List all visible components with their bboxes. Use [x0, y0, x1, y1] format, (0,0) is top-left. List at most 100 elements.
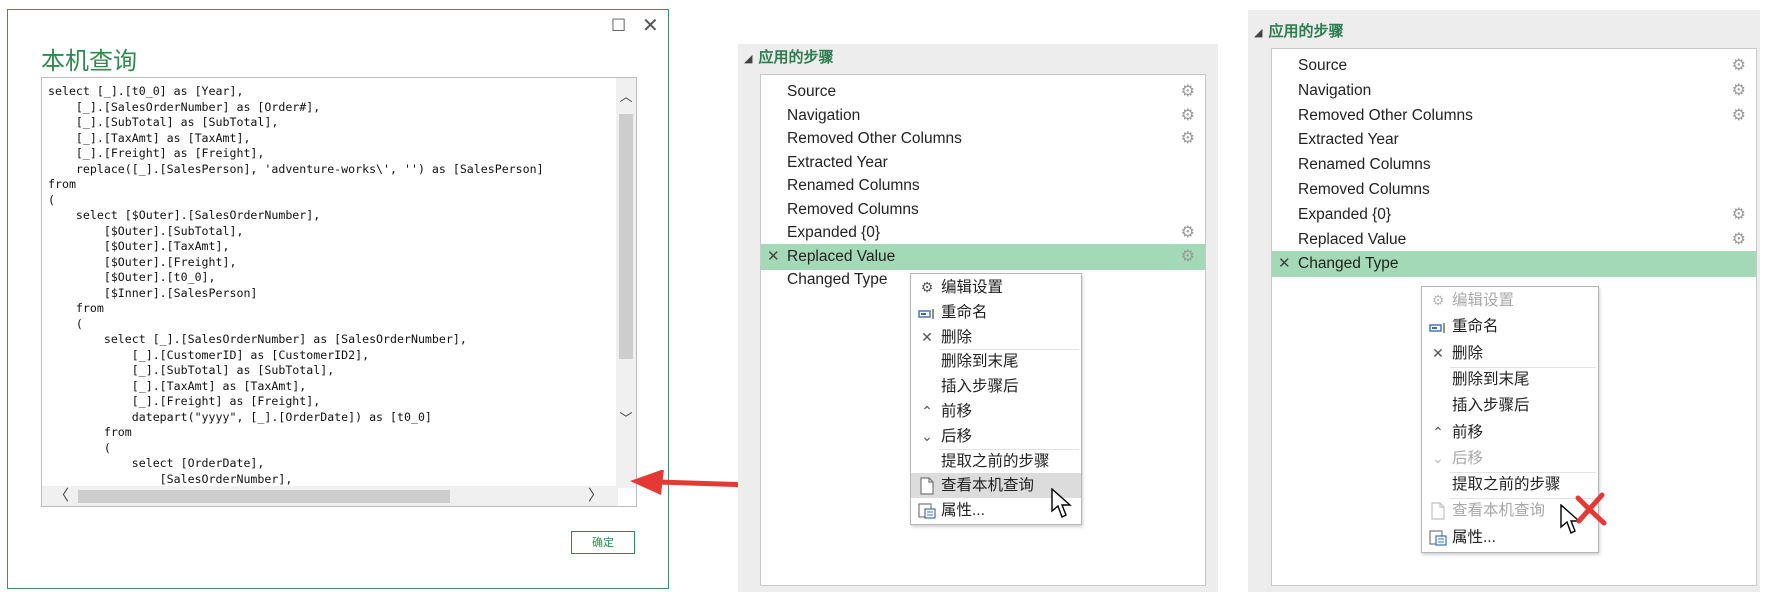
chevron-down-icon: ⌄: [1432, 449, 1444, 466]
step-extracted-year[interactable]: Extracted Year: [1272, 127, 1756, 153]
step-label: Replaced Value: [787, 247, 896, 265]
properties-icon: [1428, 529, 1448, 554]
chevron-up-icon: ⌃: [921, 403, 933, 419]
step-changed-type[interactable]: ✕ Changed Type: [1272, 251, 1756, 278]
gear-icon[interactable]: ⚙: [1181, 103, 1195, 129]
step-extracted-year[interactable]: Extracted Year: [761, 150, 1205, 176]
step-removed-other-columns[interactable]: Removed Other Columns ⚙: [1272, 103, 1756, 129]
maximize-icon[interactable]: ☐: [611, 16, 626, 36]
delete-icon: ✕: [1432, 344, 1444, 361]
gear-icon[interactable]: ⚙: [1732, 227, 1746, 253]
vertical-scroll-thumb[interactable]: [619, 114, 633, 359]
scroll-up-icon[interactable]: ︿: [616, 86, 636, 105]
menu-item-6[interactable]: ⌃ 前移: [911, 399, 1081, 424]
menu-item-label: 提取之前的步骤: [941, 452, 1050, 470]
step-expanded-0[interactable]: Expanded {0} ⚙: [1272, 202, 1756, 228]
gear-icon[interactable]: ⚙: [1181, 79, 1195, 105]
menu-item-label: 删除到末尾: [941, 353, 1019, 371]
gear-icon[interactable]: ⚙: [1732, 53, 1746, 79]
menu-item-label: 前移: [941, 403, 973, 420]
menu-item-label: 删除: [941, 328, 973, 346]
gear-icon[interactable]: ⚙: [1181, 220, 1195, 246]
menu-item-label: 属性...: [1452, 528, 1496, 546]
menu-item-label: 编辑设置: [1452, 292, 1515, 309]
menu-item-label: 查看本机查询: [1452, 502, 1546, 520]
step-renamed-columns[interactable]: Renamed Columns: [1272, 152, 1756, 178]
menu-item-1[interactable]: ⚙ 编辑设置: [911, 275, 1081, 300]
menu-item-label: 插入步骤后: [941, 378, 1019, 396]
step-label: Renamed Columns: [787, 177, 920, 194]
menu-item-label: 重命名: [941, 303, 988, 321]
menu-item-4[interactable]: 删除到末尾: [1422, 367, 1598, 392]
collapse-triangle-icon[interactable]: ◢: [1254, 27, 1262, 39]
gear-icon[interactable]: ⚙: [1732, 202, 1746, 228]
step-label: Changed Type: [787, 271, 888, 288]
gear-icon: ⚙: [920, 279, 934, 295]
chevron-up-icon: ⌃: [1432, 423, 1444, 440]
panel-header: ◢ 应用的步骤: [744, 46, 833, 67]
menu-item-label: 删除到末尾: [1452, 370, 1530, 388]
step-removed-columns[interactable]: Removed Columns: [1272, 177, 1756, 203]
dialog-title: 本机查询: [41, 48, 137, 75]
menu-item-label: 属性...: [941, 502, 985, 520]
menu-item-3[interactable]: ✕ 删除: [911, 325, 1081, 350]
step-label: Expanded {0}: [787, 224, 881, 241]
scroll-down-icon[interactable]: ﹀: [616, 408, 636, 427]
gear-icon[interactable]: ⚙: [1181, 126, 1195, 152]
step-replaced-value[interactable]: ✕ Replaced Value ⚙: [761, 243, 1205, 270]
menu-item-8[interactable]: 提取之前的步骤: [911, 449, 1081, 474]
step-replaced-value[interactable]: Replaced Value ⚙: [1272, 227, 1756, 253]
menu-item-7[interactable]: ⌄ 后移: [911, 424, 1081, 449]
step-label: Expanded {0}: [1298, 205, 1392, 223]
scroll-left-icon[interactable]: 〈: [54, 486, 69, 506]
scroll-right-icon[interactable]: 〉: [588, 486, 603, 506]
step-label: Replaced Value: [1298, 230, 1407, 248]
mouse-cursor-icon: [1051, 488, 1072, 518]
menu-item-3[interactable]: ✕ 删除: [1422, 341, 1598, 366]
ok-button[interactable]: 确定: [571, 531, 635, 554]
step-removed-other-columns[interactable]: Removed Other Columns ⚙: [761, 126, 1205, 152]
step-source[interactable]: Source ⚙: [761, 79, 1205, 105]
menu-item-5[interactable]: 插入步骤后: [1422, 393, 1598, 418]
horizontal-scrollbar[interactable]: 〈 〉: [42, 486, 618, 506]
delete-icon: ✕: [921, 328, 933, 345]
menu-item-label: 插入步骤后: [1452, 397, 1530, 415]
step-renamed-columns[interactable]: Renamed Columns: [761, 173, 1205, 199]
step-label: Extracted Year: [787, 153, 888, 171]
collapse-triangle-icon[interactable]: ◢: [744, 53, 752, 65]
gear-icon[interactable]: ⚙: [1732, 78, 1746, 104]
menu-item-2[interactable]: 重命名: [911, 300, 1081, 325]
step-label: Source: [787, 83, 837, 100]
step-label: Removed Columns: [787, 200, 919, 218]
query-text-area[interactable]: select [_].[t0_0] as [Year], [_].[SalesO…: [41, 77, 637, 507]
step-source[interactable]: Source ⚙: [1272, 53, 1756, 79]
menu-item-8[interactable]: 提取之前的步骤: [1422, 472, 1598, 497]
horizontal-scroll-thumb[interactable]: [78, 490, 450, 503]
menu-item-7: ⌄ 后移: [1422, 446, 1598, 471]
menu-item-label: 前移: [1452, 423, 1484, 441]
menu-item-5[interactable]: 插入步骤后: [911, 374, 1081, 399]
step-navigation[interactable]: Navigation ⚙: [1272, 78, 1756, 104]
properties-icon: [917, 502, 937, 527]
chevron-down-icon: ⌄: [921, 427, 933, 444]
step-label: Changed Type: [1298, 255, 1399, 273]
gear-icon[interactable]: ⚙: [1732, 103, 1746, 129]
step-navigation[interactable]: Navigation ⚙: [761, 103, 1205, 129]
menu-item-2[interactable]: 重命名: [1422, 314, 1598, 339]
menu-item-1: ⚙ 编辑设置: [1422, 288, 1598, 313]
menu-item-4[interactable]: 删除到末尾: [911, 349, 1081, 374]
gear-icon[interactable]: ⚙: [1181, 244, 1195, 270]
step-label: Renamed Columns: [1298, 156, 1431, 174]
red-x-mark-icon: [1575, 492, 1607, 526]
menu-item-6[interactable]: ⌃ 前移: [1422, 420, 1598, 445]
close-icon[interactable]: ✕: [642, 16, 659, 36]
vertical-scrollbar[interactable]: ︿ ﹀: [616, 78, 636, 488]
step-label: Removed Other Columns: [1298, 106, 1473, 124]
delete-step-icon[interactable]: ✕: [1278, 251, 1291, 277]
panel-header-label: 应用的步骤: [1268, 23, 1344, 40]
delete-step-icon[interactable]: ✕: [767, 244, 780, 270]
step-removed-columns[interactable]: Removed Columns: [761, 197, 1205, 223]
gear-icon: ⚙: [1431, 292, 1445, 308]
menu-item-label: 查看本机查询: [941, 477, 1035, 495]
step-expanded-0[interactable]: Expanded {0} ⚙: [761, 220, 1205, 246]
